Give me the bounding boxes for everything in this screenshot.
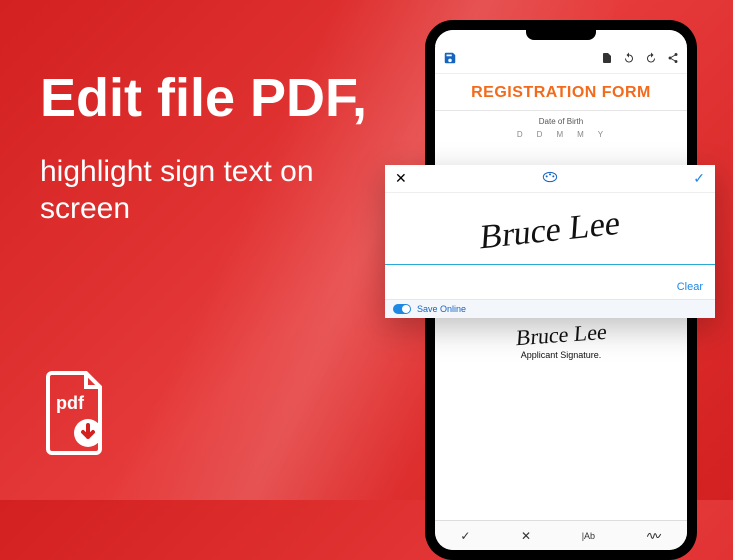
signature-popup: ✕ ✓ Bruce Lee Clear Save Online [385, 165, 715, 318]
pdf-download-icon: pdf [40, 371, 112, 460]
signature-area: Bruce Lee Applicant Signature. [435, 316, 687, 370]
signature-caption: Applicant Signature. [435, 350, 687, 360]
promo-text-block: Edit file PDF, highlight sign text on sc… [40, 70, 380, 228]
sign-tool-button[interactable] [646, 528, 662, 543]
popup-close-button[interactable]: ✕ [395, 170, 407, 187]
form-title: REGISTRATION FORM [435, 74, 687, 110]
undo-icon[interactable] [623, 52, 635, 67]
clear-button[interactable]: Clear [385, 279, 715, 299]
dob-slot: M [577, 130, 586, 139]
drawn-signature: Bruce Lee [479, 204, 622, 257]
applicant-signature: Bruce Lee [515, 319, 608, 352]
dob-slot: Y [598, 130, 605, 139]
accept-button[interactable]: ✓ [460, 529, 470, 543]
bottom-toolbar: ✓ ✕ |Ab [435, 520, 687, 550]
app-topbar [435, 46, 687, 74]
save-online-label: Save Online [417, 304, 466, 314]
save-icon[interactable] [443, 51, 457, 68]
share-icon[interactable] [667, 52, 679, 67]
reject-button[interactable]: ✕ [521, 529, 531, 543]
signature-canvas[interactable]: Bruce Lee [385, 193, 715, 279]
popup-topbar: ✕ ✓ [385, 165, 715, 193]
promo-headline: Edit file PDF, [40, 70, 380, 127]
text-tool-button[interactable]: |Ab [582, 531, 595, 541]
popup-confirm-button[interactable]: ✓ [693, 170, 705, 187]
redo-icon[interactable] [645, 52, 657, 67]
form-row-dob: Date of Birth D D M M Y [435, 110, 687, 145]
status-bar [435, 30, 687, 46]
dob-slot: D [537, 130, 545, 139]
phone-notch [526, 30, 596, 40]
palette-icon[interactable] [542, 171, 558, 186]
pdf-icon-label: pdf [56, 393, 85, 413]
signature-baseline [385, 264, 715, 265]
save-online-toggle[interactable] [393, 304, 411, 314]
dob-slot: M [556, 130, 565, 139]
dob-slots[interactable]: D D M M Y [445, 130, 677, 139]
dob-slot: D [517, 130, 525, 139]
dob-label: Date of Birth [445, 117, 677, 126]
save-online-row: Save Online [385, 299, 715, 318]
document-icon[interactable] [601, 52, 613, 67]
promo-subline: highlight sign text on screen [40, 153, 380, 228]
